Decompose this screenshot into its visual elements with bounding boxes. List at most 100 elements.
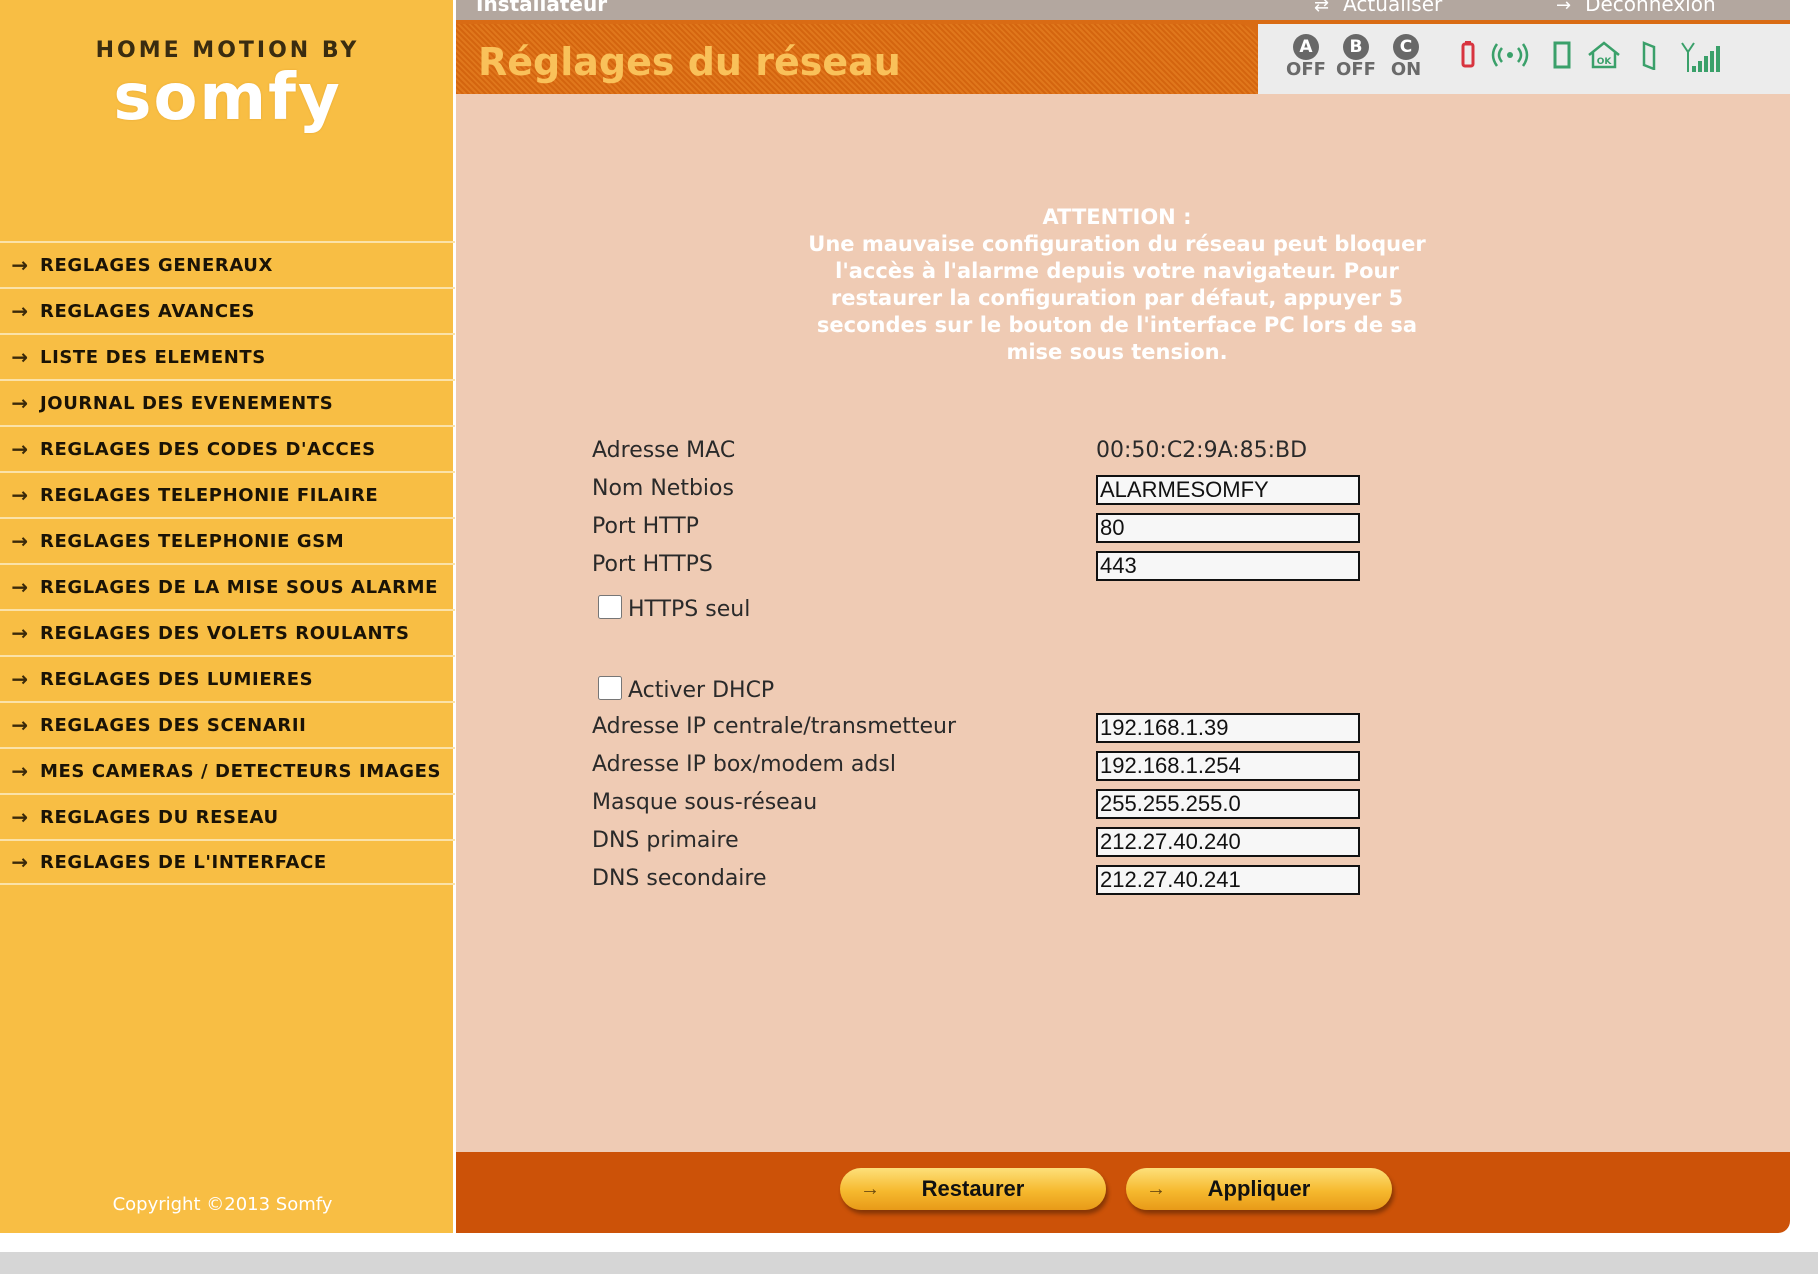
title-banner: Réglages du réseau — [456, 24, 1258, 94]
logout-label: Déconnexion — [1585, 0, 1716, 16]
sidebar-item-scenarii[interactable]: → REGLAGES DES SCENARII — [0, 701, 455, 747]
user-role: Installateur — [476, 0, 608, 16]
arrow-right-icon: → — [11, 253, 29, 277]
refresh-link[interactable]: ⇄ Actualiser — [1314, 0, 1442, 16]
zone-letter: B — [1343, 34, 1369, 60]
dns-secondary-field[interactable] — [1096, 865, 1360, 895]
sidebar-nav: → REGLAGES GENERAUX → REGLAGES AVANCES → LI… — [0, 241, 455, 885]
main-content: ATTENTION : Une mauvaise configuration d… — [456, 94, 1790, 1152]
arrow-right-icon: → — [11, 805, 29, 829]
mac-label: Adresse MAC — [592, 438, 736, 463]
sidebar-item-label: REGLAGES TELEPHONIE FILAIRE — [40, 484, 379, 506]
page-title: Réglages du réseau — [478, 40, 901, 84]
sidebar-item-journal-evenements[interactable]: → JOURNAL DES EVENEMENTS — [0, 379, 455, 425]
arrow-right-icon: → — [11, 759, 29, 783]
sidebar-item-label: MES CAMERAS / DETECTEURS IMAGES — [40, 760, 442, 782]
mac-value: 00:50:C2:9A:85:BD — [1096, 438, 1308, 463]
svg-text:OK: OK — [1597, 57, 1613, 67]
warning-text: Une mauvaise configuration du réseau peu… — [808, 232, 1426, 364]
sidebar-item-telephonie-gsm[interactable]: → REGLAGES TELEPHONIE GSM — [0, 517, 455, 563]
zone-state: OFF — [1286, 59, 1326, 80]
arrow-right-icon: → — [11, 667, 29, 691]
arrow-right-icon: → — [11, 391, 29, 415]
logout-link[interactable]: → Déconnexion — [1556, 0, 1716, 16]
logo-brand: somfy — [113, 61, 342, 135]
dhcp-label: Activer DHCP — [628, 678, 775, 703]
arrow-right-icon: → — [11, 299, 29, 323]
zone-letter: C — [1393, 34, 1419, 60]
form-row-http: Port HTTP — [592, 510, 1592, 544]
sidebar-item-label: JOURNAL DES EVENEMENTS — [40, 392, 334, 414]
form-row-netbios: Nom Netbios — [592, 472, 1592, 506]
arrow-right-icon: → — [11, 850, 29, 874]
sidebar-item-telephonie-filaire[interactable]: → REGLAGES TELEPHONIE FILAIRE — [0, 471, 455, 517]
footer-bar: → Restaurer → Appliquer — [456, 1152, 1790, 1233]
sidebar-item-label: REGLAGES DES CODES D'ACCES — [40, 438, 376, 460]
https-port-field[interactable] — [1096, 551, 1360, 581]
sidebar-item-reglages-avances[interactable]: → REGLAGES AVANCES — [0, 287, 455, 333]
copyright-text: Copyright ©2013 Somfy — [112, 1194, 333, 1215]
arrow-right-icon: → — [1556, 0, 1572, 16]
sidebar-item-reseau[interactable]: → REGLAGES DU RESEAU — [0, 793, 455, 839]
sidebar-item-lumieres[interactable]: → REGLAGES DES LUMIERES — [0, 655, 455, 701]
sidebar-item-reglages-generaux[interactable]: → REGLAGES GENERAUX — [0, 241, 455, 287]
apply-button[interactable]: → Appliquer — [1126, 1168, 1392, 1210]
dns-secondary-label: DNS secondaire — [592, 866, 767, 891]
gateway-field[interactable] — [1096, 751, 1360, 781]
arrow-right-icon: → — [11, 529, 29, 553]
sidebar-item-interface[interactable]: → REGLAGES DE L'INTERFACE — [0, 839, 455, 885]
https-only-checkbox[interactable] — [598, 595, 622, 619]
http-port-field[interactable] — [1096, 513, 1360, 543]
arrow-right-icon: → — [11, 621, 29, 645]
sidebar-item-mise-sous-alarme[interactable]: → REGLAGES DE LA MISE SOUS ALARME — [0, 563, 455, 609]
sidebar-item-cameras[interactable]: → MES CAMERAS / DETECTEURS IMAGES — [0, 747, 455, 793]
gateway-label: Adresse IP box/modem adsl — [592, 752, 896, 777]
dns-primary-field[interactable] — [1096, 827, 1360, 857]
refresh-label: Actualiser — [1343, 0, 1443, 16]
status-panel: A OFF B OFF C ON OK — [1258, 24, 1790, 94]
top-bar: Installateur ⇄ Actualiser → Déconnexion — [456, 0, 1790, 20]
ip-address-field[interactable] — [1096, 713, 1360, 743]
window-right-strip — [1790, 0, 1818, 1252]
restore-label: Restaurer — [921, 1176, 1025, 1201]
warning-title: ATTENTION : — [1042, 205, 1192, 229]
form-row-dns2: DNS secondaire — [592, 862, 1592, 896]
zone-state: ON — [1390, 59, 1422, 80]
subnet-mask-field[interactable] — [1096, 789, 1360, 819]
arrow-right-icon: → — [1146, 1177, 1166, 1200]
dhcp-checkbox[interactable] — [598, 676, 622, 700]
arrow-right-icon: → — [11, 483, 29, 507]
https-port-label: Port HTTPS — [592, 552, 713, 577]
http-port-label: Port HTTP — [592, 514, 699, 539]
netbios-label: Nom Netbios — [592, 476, 734, 501]
page-header: Réglages du réseau A OFF B OFF C ON OK — [456, 20, 1790, 94]
sidebar-item-volets-roulants[interactable]: → REGLAGES DES VOLETS ROULANTS — [0, 609, 455, 655]
restore-button[interactable]: → Restaurer — [840, 1168, 1106, 1210]
form-row-gateway: Adresse IP box/modem adsl — [592, 748, 1592, 782]
sidebar-item-label: REGLAGES DE LA MISE SOUS ALARME — [40, 576, 439, 598]
sidebar-item-label: REGLAGES DES SCENARII — [40, 714, 307, 736]
zone-state: OFF — [1336, 59, 1376, 80]
sidebar-item-label: REGLAGES DES VOLETS ROULANTS — [40, 622, 410, 644]
form-row-ip: Adresse IP centrale/transmetteur — [592, 710, 1592, 744]
window-bottom-strip — [0, 1252, 1818, 1274]
somfy-logo: HOME MOTION BY somfy — [0, 38, 455, 135]
sidebar-item-codes-acces[interactable]: → REGLAGES DES CODES D'ACCES — [0, 425, 455, 471]
arrow-right-icon: → — [11, 713, 29, 737]
sidebar-item-liste-elements[interactable]: → LISTE DES ELEMENTS — [0, 333, 455, 379]
netbios-field[interactable] — [1096, 475, 1360, 505]
apply-label: Appliquer — [1207, 1176, 1311, 1201]
radio-signal-icon — [1490, 40, 1530, 76]
zone-b-status: B OFF — [1334, 34, 1378, 80]
sidebar-item-label: REGLAGES DU RESEAU — [40, 806, 279, 828]
dns-primary-label: DNS primaire — [592, 828, 739, 853]
form-row-https: Port HTTPS — [592, 548, 1592, 582]
form-row-mac: Adresse MAC 00:50:C2:9A:85:BD — [592, 434, 1592, 468]
zone-a-status: A OFF — [1284, 34, 1328, 80]
sidebar-item-label: REGLAGES GENERAUX — [40, 254, 273, 276]
sidebar-item-label: REGLAGES DES LUMIERES — [40, 668, 314, 690]
arrow-right-icon: → — [11, 575, 29, 599]
arrow-right-icon: → — [11, 345, 29, 369]
subnet-mask-label: Masque sous-réseau — [592, 790, 818, 815]
ip-address-label: Adresse IP centrale/transmetteur — [592, 714, 957, 739]
